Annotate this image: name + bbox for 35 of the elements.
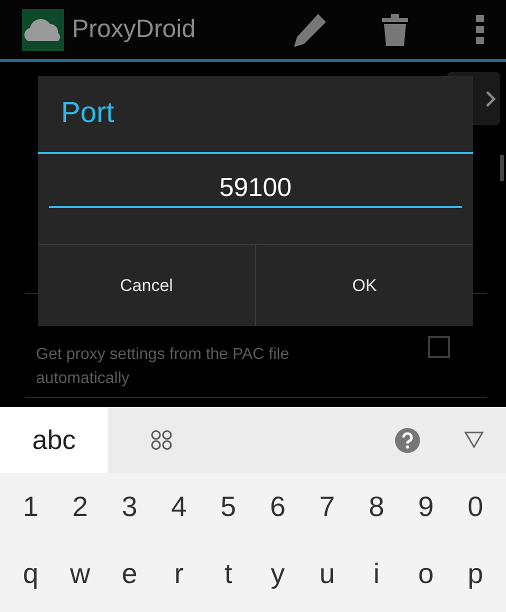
chevron-icon [486, 90, 496, 106]
cloud-logo-icon [22, 8, 64, 50]
app-title: ProxyDroid [72, 14, 196, 45]
keyboard-key[interactable]: e [104, 540, 154, 607]
keyboard-key[interactable]: o [401, 540, 451, 607]
collapse-triangle-icon[interactable] [464, 431, 484, 449]
dialog-button[interactable]: Cancel [38, 245, 255, 326]
keyboard-key[interactable]: 1 [6, 473, 56, 540]
keyboard-key[interactable]: y [253, 540, 302, 607]
keyboard-key[interactable]: 3 [104, 473, 154, 540]
port-input-field[interactable]: 59100 [49, 168, 462, 208]
help-icon[interactable] [395, 428, 420, 452]
keyboard-key[interactable]: w [55, 540, 105, 607]
keyboard-key[interactable]: 5 [204, 473, 254, 540]
setting-summary: Get proxy settings from the PAC file automatically [36, 345, 290, 389]
dialog-button[interactable]: OK [255, 245, 473, 326]
keyboard-key[interactable]: r [154, 540, 204, 607]
keyboard-key[interactable]: 7 [302, 473, 352, 540]
keyboard-key[interactable]: 6 [253, 473, 302, 540]
dialog-title: Port [60, 96, 116, 132]
keyboard-key[interactable]: t [204, 540, 254, 607]
keyboard-key[interactable]: q [6, 540, 56, 607]
scrollbar [500, 155, 504, 181]
keyboard-key[interactable]: 9 [401, 473, 451, 540]
checkbox[interactable] [428, 336, 450, 358]
keyboard-key[interactable]: 8 [352, 473, 402, 540]
trash-icon[interactable] [382, 12, 408, 48]
keyboard-key[interactable]: 0 [450, 473, 500, 540]
overflow-menu-icon[interactable] [476, 14, 484, 44]
keyboard-key[interactable]: 4 [154, 473, 204, 540]
keyboard-key[interactable]: u [302, 540, 352, 607]
keyboard-key[interactable]: i [352, 540, 402, 607]
keyboard-key[interactable]: 2 [55, 473, 105, 540]
keyboard-key[interactable]: p [450, 540, 500, 607]
keyboard-tab[interactable]: abc [0, 407, 108, 473]
